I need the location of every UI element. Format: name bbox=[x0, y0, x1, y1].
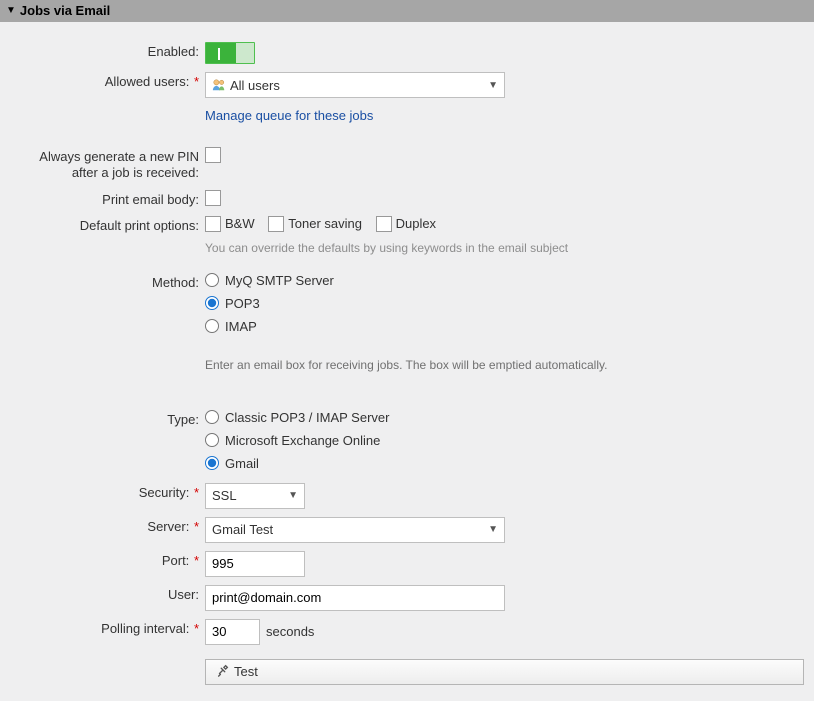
enabled-label: Enabled: bbox=[10, 40, 205, 60]
section-title: Jobs via Email bbox=[20, 0, 110, 22]
allowed-users-label: Allowed users: bbox=[105, 74, 190, 89]
method-smtp-label: MyQ SMTP Server bbox=[225, 273, 334, 288]
always-pin-checkbox[interactable] bbox=[205, 147, 221, 163]
polling-input[interactable] bbox=[205, 619, 260, 645]
required-mark: * bbox=[194, 621, 199, 636]
type-exchange-label: Microsoft Exchange Online bbox=[225, 433, 380, 448]
default-options-hint: You can override the defaults by using k… bbox=[205, 241, 804, 255]
toner-option[interactable]: Toner saving bbox=[268, 216, 362, 232]
chevron-down-icon: ▼ bbox=[288, 490, 298, 501]
allowed-users-select[interactable]: All users ▼ bbox=[205, 72, 505, 98]
port-label: Port: bbox=[162, 553, 189, 568]
method-imap-label: IMAP bbox=[225, 319, 257, 334]
duplex-label: Duplex bbox=[396, 216, 436, 231]
server-select[interactable]: Gmail Test ▼ bbox=[205, 517, 505, 543]
port-input[interactable] bbox=[205, 551, 305, 577]
polling-label: Polling interval: bbox=[101, 621, 189, 636]
toner-checkbox[interactable] bbox=[268, 216, 284, 232]
type-gmail-label: Gmail bbox=[225, 456, 259, 471]
users-icon bbox=[212, 78, 226, 92]
manage-queue-link[interactable]: Manage queue for these jobs bbox=[205, 108, 804, 123]
allowed-users-value: All users bbox=[230, 78, 280, 93]
method-smtp-option[interactable]: MyQ SMTP Server bbox=[205, 273, 804, 288]
user-label: User: bbox=[10, 583, 205, 603]
type-exchange-option[interactable]: Microsoft Exchange Online bbox=[205, 433, 804, 448]
chevron-down-icon: ▼ bbox=[488, 80, 498, 91]
type-classic-option[interactable]: Classic POP3 / IMAP Server bbox=[205, 410, 804, 425]
toner-label: Toner saving bbox=[288, 216, 362, 231]
required-mark: * bbox=[194, 553, 199, 568]
duplex-checkbox[interactable] bbox=[376, 216, 392, 232]
method-hint: Enter an email box for receiving jobs. T… bbox=[205, 358, 804, 372]
always-pin-label: Always generate a new PIN after a job is… bbox=[10, 145, 205, 182]
type-gmail-option[interactable]: Gmail bbox=[205, 456, 804, 471]
test-button[interactable]: Test bbox=[205, 659, 804, 685]
bw-checkbox[interactable] bbox=[205, 216, 221, 232]
chevron-down-icon: ▼ bbox=[488, 524, 498, 535]
method-pop3-option[interactable]: POP3 bbox=[205, 296, 804, 311]
security-label: Security: bbox=[139, 485, 190, 500]
print-body-label: Print email body: bbox=[10, 188, 205, 208]
required-mark: * bbox=[194, 485, 199, 500]
required-mark: * bbox=[194, 74, 199, 89]
bw-label: B&W bbox=[225, 216, 255, 231]
test-button-label: Test bbox=[234, 664, 258, 679]
user-input[interactable] bbox=[205, 585, 505, 611]
required-mark: * bbox=[194, 519, 199, 534]
type-classic-label: Classic POP3 / IMAP Server bbox=[225, 410, 389, 425]
method-imap-option[interactable]: IMAP bbox=[205, 319, 804, 334]
server-label: Server: bbox=[147, 519, 189, 534]
enabled-toggle[interactable] bbox=[205, 42, 255, 64]
security-select[interactable]: SSL ▼ bbox=[205, 483, 305, 509]
server-value: Gmail Test bbox=[212, 522, 273, 537]
duplex-option[interactable]: Duplex bbox=[376, 216, 436, 232]
plug-icon bbox=[216, 663, 230, 680]
type-label: Type: bbox=[10, 408, 205, 428]
method-pop3-label: POP3 bbox=[225, 296, 260, 311]
section-header[interactable]: ▼ Jobs via Email bbox=[0, 0, 814, 22]
default-options-label: Default print options: bbox=[10, 214, 205, 234]
bw-option[interactable]: B&W bbox=[205, 216, 255, 232]
polling-unit: seconds bbox=[266, 624, 314, 639]
method-label: Method: bbox=[10, 271, 205, 291]
chevron-down-icon: ▼ bbox=[6, 0, 16, 22]
security-value: SSL bbox=[212, 488, 237, 503]
print-body-checkbox[interactable] bbox=[205, 190, 221, 206]
